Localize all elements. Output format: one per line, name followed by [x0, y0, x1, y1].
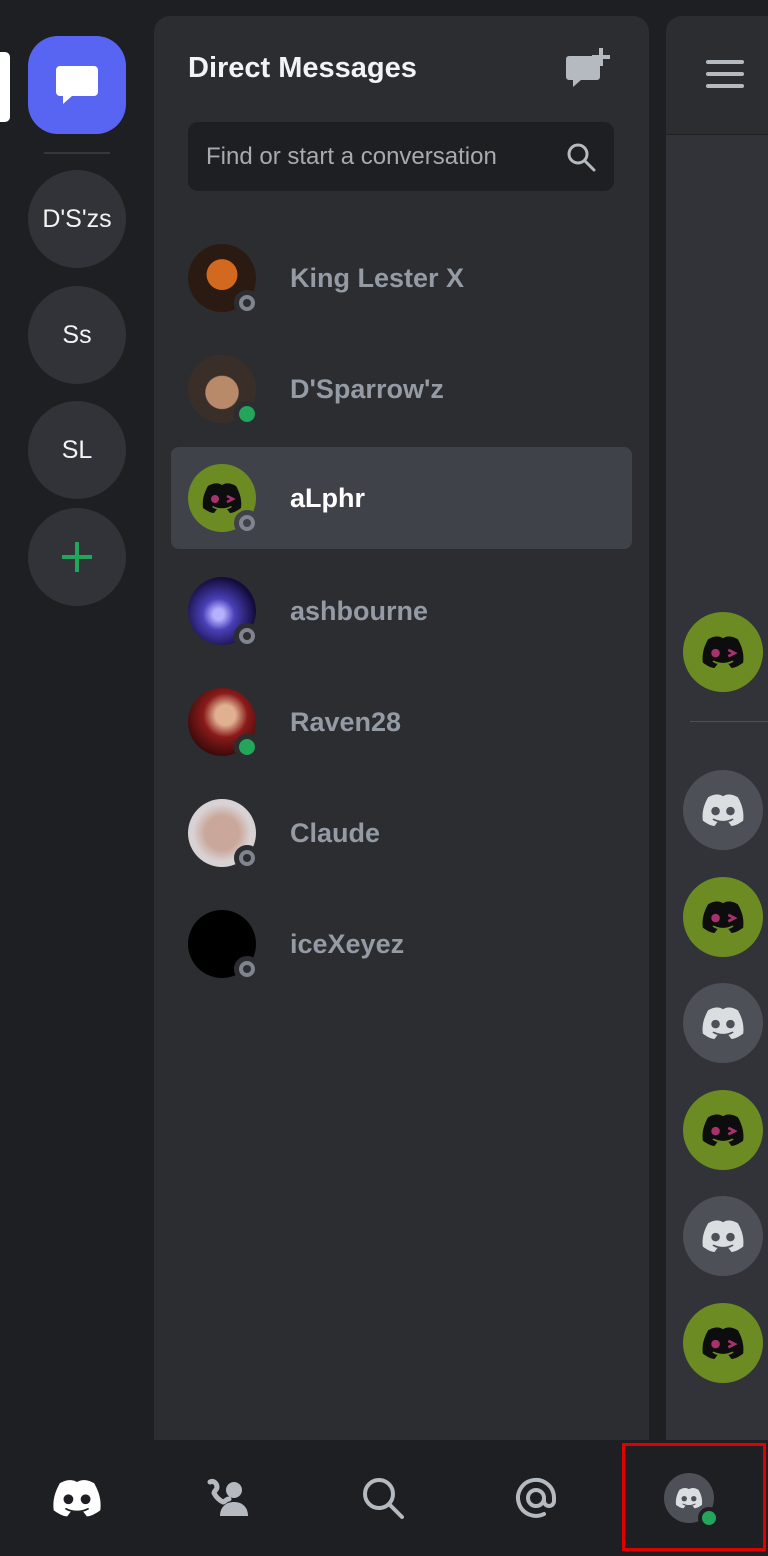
server-label: SL	[61, 435, 93, 464]
dm-item-king-lester-x[interactable]: King Lester X	[171, 227, 632, 329]
status-indicator	[234, 734, 260, 760]
avatar	[188, 799, 260, 871]
status-indicator	[234, 956, 260, 982]
avatar	[188, 464, 260, 536]
discord-logo-icon	[702, 1114, 744, 1146]
chat-bubble-icon	[56, 66, 98, 104]
avatar	[188, 577, 260, 649]
search-icon	[567, 143, 596, 171]
discord-logo-icon	[702, 636, 744, 668]
dm-item-icexeyez[interactable]: iceXeyez	[171, 893, 632, 995]
discord-logo-icon	[702, 1007, 744, 1039]
peek-header	[666, 16, 768, 135]
search-input[interactable]: Find or start a conversation	[188, 122, 614, 191]
avatar	[188, 688, 260, 760]
dm-name: Claude	[290, 817, 381, 848]
dm-item-raven28[interactable]: Raven28	[171, 671, 632, 773]
dm-name: iceXeyez	[290, 928, 405, 959]
dm-item-dsparrowz[interactable]: D'Sparrow'z	[171, 338, 632, 440]
plus-icon	[62, 542, 92, 572]
discord-logo-icon	[702, 794, 744, 826]
message-avatar[interactable]	[683, 1303, 763, 1383]
status-indicator	[234, 510, 260, 536]
search-placeholder: Find or start a conversation	[206, 142, 497, 170]
message-avatar[interactable]	[683, 1090, 763, 1170]
server-label: Ss	[62, 320, 92, 349]
server-label: D'S'zs	[42, 204, 112, 233]
avatar	[188, 244, 260, 316]
new-message-icon	[566, 48, 610, 87]
hamburger-menu-icon[interactable]	[706, 60, 744, 90]
server-dszs[interactable]: D'S'zs	[28, 170, 126, 268]
rail-separator	[44, 152, 110, 154]
friends-icon	[207, 1479, 248, 1516]
message-avatar[interactable]	[683, 612, 763, 692]
selected-indicator	[0, 52, 10, 122]
search-icon	[362, 1478, 404, 1519]
direct-messages-button[interactable]	[28, 36, 126, 134]
add-server-button[interactable]	[28, 508, 126, 606]
discord-logo-icon	[702, 901, 744, 933]
discord-logo-icon	[202, 483, 242, 513]
dm-name: aLphr	[290, 482, 366, 513]
dm-name: ashbourne	[290, 595, 429, 626]
server-ss[interactable]: Ss	[28, 286, 126, 384]
message-avatar[interactable]	[683, 770, 763, 850]
dm-name: D'Sparrow'z	[290, 373, 444, 404]
message-avatar[interactable]	[683, 1196, 763, 1276]
status-indicator	[234, 401, 260, 427]
dm-item-claude[interactable]: Claude	[171, 782, 632, 884]
nav-mentions[interactable]	[459, 1440, 612, 1556]
chat-peek-panel[interactable]	[666, 16, 768, 1440]
avatar	[188, 355, 260, 427]
discord-logo-icon	[702, 1220, 744, 1252]
highlight-box	[622, 1443, 766, 1551]
dm-item-ashbourne[interactable]: ashbourne	[171, 560, 632, 662]
dm-panel: Direct Messages Find or start a conversa…	[154, 16, 649, 1440]
status-indicator	[234, 623, 260, 649]
server-rail: D'S'zs Ss SL	[0, 0, 154, 1440]
home-icon	[52, 1480, 101, 1517]
message-avatar[interactable]	[683, 983, 763, 1063]
dm-item-alphr[interactable]: aLphr	[171, 447, 632, 549]
dm-name: King Lester X	[290, 262, 465, 293]
avatar	[188, 910, 260, 982]
status-indicator	[234, 290, 260, 316]
server-sl[interactable]: SL	[28, 401, 126, 499]
status-indicator	[234, 845, 260, 871]
message-avatar[interactable]	[683, 877, 763, 957]
nav-search[interactable]	[306, 1440, 459, 1556]
new-message-button[interactable]	[563, 46, 611, 94]
divider	[690, 721, 768, 722]
page-title: Direct Messages	[188, 52, 417, 84]
discord-logo-icon	[702, 1327, 744, 1359]
nav-friends[interactable]	[153, 1440, 306, 1556]
dm-name: Raven28	[290, 706, 402, 737]
nav-home[interactable]	[0, 1440, 153, 1556]
mentions-icon	[515, 1477, 556, 1518]
